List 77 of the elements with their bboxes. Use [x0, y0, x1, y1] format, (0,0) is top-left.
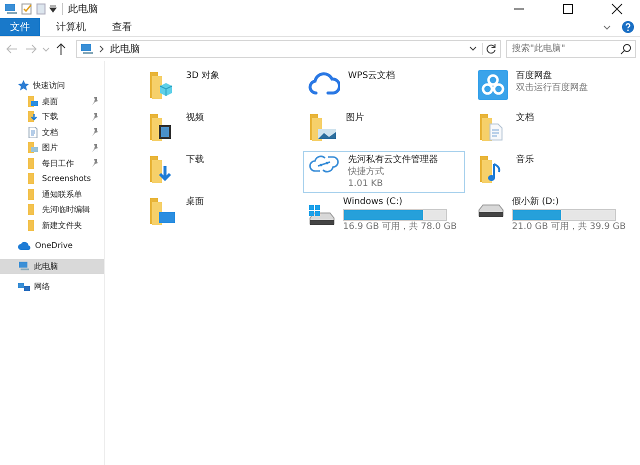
nav-item[interactable]: 桌面 [0, 94, 104, 109]
item[interactable]: 百度网盘 双击运行百度网盘 [473, 67, 633, 109]
star-icon [18, 80, 29, 92]
item-detail: 双击运行百度网盘 [516, 83, 588, 94]
pin-icon [91, 159, 98, 168]
item-name: 百度网盘 [516, 71, 553, 82]
pin-icon [91, 128, 98, 136]
item-name: 视频 [186, 113, 204, 124]
nav-item[interactable]: 此电脑 [0, 258, 104, 274]
cloud-icon [308, 70, 340, 96]
breadcrumb-chevron-icon[interactable] [98, 44, 106, 54]
nav-item[interactable]: 网络 [0, 279, 104, 294]
item-name: 下载 [186, 155, 204, 166]
address-path[interactable]: 此电脑 [110, 42, 140, 56]
item-name: 假小新 (D:) [512, 197, 560, 208]
network-icon [18, 282, 30, 292]
item[interactable]: 音乐 [473, 151, 633, 193]
computer-icon [80, 43, 94, 55]
computer-icon [4, 3, 18, 15]
drive-icon [478, 204, 504, 218]
item-size: 1.01 KB [348, 179, 384, 190]
folder-icon [28, 111, 38, 122]
folder-icon [148, 196, 178, 226]
cloud-icon [18, 241, 31, 250]
nav-item[interactable]: Screenshots [0, 171, 104, 186]
nav-item[interactable]: OneDrive [0, 238, 104, 254]
nav-item[interactable]: 快速访问 [0, 78, 104, 94]
item-name: Windows (C:) [343, 197, 404, 208]
dropdown-icon[interactable] [49, 5, 57, 13]
ribbon-tab[interactable]: 文件 [0, 18, 40, 36]
folder-icon [28, 142, 38, 154]
search-icon [620, 43, 632, 55]
ribbon-tab[interactable]: 计算机 [46, 18, 96, 36]
item[interactable]: 3D 对象 [143, 67, 303, 109]
item-name: 先河私有云文件管理器 [348, 155, 438, 166]
ribbon-tab[interactable]: 查看 [102, 18, 142, 36]
free-space: 21.0 GB 可用，共 39.9 GB [512, 222, 626, 233]
app-icon [478, 70, 508, 100]
nav-item[interactable]: 图片 [0, 140, 104, 156]
item[interactable]: WPS云文档 [303, 67, 473, 109]
nav-item[interactable]: 新建文件夹 [0, 218, 104, 233]
nav-item[interactable]: 先河临时编辑 [0, 202, 104, 218]
item[interactable]: 假小新 (D:) 21.0 GB 可用，共 39.9 GB [473, 193, 633, 235]
item[interactable]: Windows (C:) 16.9 GB 可用，共 78.0 GB [303, 193, 473, 235]
computer-icon [18, 261, 30, 272]
item[interactable]: 视频 [143, 109, 303, 151]
item-name: 文档 [516, 113, 534, 124]
item-name: 3D 对象 [186, 71, 220, 82]
search-field[interactable]: 搜索"此电脑" [506, 40, 636, 58]
selected-item[interactable]: 先河私有云文件管理器 快捷方式 1.01 KB [303, 151, 465, 193]
window-title: 此电脑 [68, 2, 98, 16]
item[interactable]: 文档 [473, 109, 633, 151]
properties-icon[interactable] [21, 3, 33, 15]
folder-icon [28, 96, 38, 107]
nav-item[interactable]: 每日工作 [0, 156, 104, 171]
pin-icon [91, 97, 98, 106]
item-detail: 快捷方式 [348, 167, 385, 178]
item[interactable]: 下载 [143, 151, 303, 193]
item[interactable]: 桌面 [143, 193, 303, 235]
pin-icon [91, 144, 98, 152]
free-space: 16.9 GB 可用，共 78.0 GB [343, 222, 457, 233]
nav-item[interactable]: 文档 [0, 124, 104, 140]
help-icon[interactable] [622, 21, 634, 33]
item-name: 桌面 [186, 197, 204, 208]
nav-item[interactable]: 通知联系单 [0, 186, 104, 202]
address-bar[interactable]: 此电脑 [76, 40, 501, 58]
item-name: 音乐 [516, 155, 534, 166]
drive-icon [308, 204, 335, 226]
item[interactable]: 图片 [303, 109, 473, 151]
pin-icon [91, 112, 98, 121]
document-icon [28, 126, 38, 138]
item-name: WPS云文档 [348, 71, 396, 82]
linked-clouds-icon [308, 154, 340, 174]
item-name: 图片 [346, 113, 364, 124]
refresh-icon[interactable] [482, 43, 497, 55]
nav-item[interactable]: 下载 [0, 109, 104, 124]
folder-icon [308, 112, 338, 142]
